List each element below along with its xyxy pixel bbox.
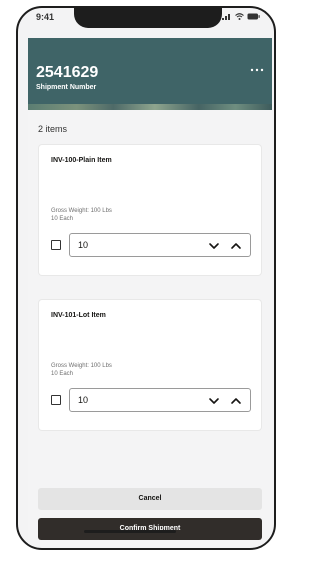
more-horizontal-icon[interactable]: [250, 68, 264, 72]
status-icons: [222, 13, 260, 20]
item-gross-weight: Gross Weight: 100 Lbs: [51, 208, 112, 214]
item-uom: 10 Each: [51, 371, 74, 377]
quantity-value[interactable]: 10: [78, 395, 88, 405]
item-gross-weight: Gross Weight: 100 Lbs: [51, 363, 112, 369]
phone-frame: 9:41 2541629 Shipment Number 2 items INV…: [16, 6, 276, 550]
quantity-field[interactable]: 10: [69, 388, 251, 412]
shipment-header: 2541629 Shipment Number: [28, 38, 272, 110]
wifi-icon: [235, 13, 244, 20]
phone-notch: [74, 8, 222, 28]
chevron-up-icon[interactable]: [230, 396, 242, 406]
item-card: INV-100-Plain Item Gross Weight: 100 Lbs…: [39, 145, 261, 275]
status-time: 9:41: [36, 12, 55, 22]
item-uom: 10 Each: [51, 216, 74, 222]
chevron-down-icon[interactable]: [208, 396, 220, 406]
quantity-field[interactable]: 10: [69, 233, 251, 257]
item-card: INV-101-Lot Item Gross Weight: 100 Lbs 1…: [39, 300, 261, 430]
action-footer: Cancel Confirm Shipment: [28, 488, 272, 546]
item-checkbox[interactable]: [51, 240, 61, 250]
shipment-number-label: Shipment Number: [36, 84, 97, 91]
item-meta: Gross Weight: 100 Lbs 10 Each: [51, 207, 112, 223]
confirm-shipment-button[interactable]: Confirm Shipment: [38, 518, 262, 540]
chevron-down-icon[interactable]: [208, 241, 220, 251]
cancel-button[interactable]: Cancel: [38, 488, 262, 510]
item-meta: Gross Weight: 100 Lbs 10 Each: [51, 362, 112, 378]
home-indicator: [84, 530, 176, 533]
item-title: INV-100-Plain Item: [51, 157, 112, 164]
quantity-value[interactable]: 10: [78, 240, 88, 250]
items-content: 2 items INV-100-Plain Item Gross Weight:…: [28, 110, 272, 488]
shipment-number: 2541629: [36, 64, 99, 81]
items-count: 2 items: [38, 124, 68, 134]
item-title: INV-101-Lot Item: [51, 312, 106, 319]
signal-icon: [222, 14, 230, 20]
item-checkbox[interactable]: [51, 395, 61, 405]
battery-icon: [247, 13, 260, 20]
chevron-up-icon[interactable]: [230, 241, 242, 251]
